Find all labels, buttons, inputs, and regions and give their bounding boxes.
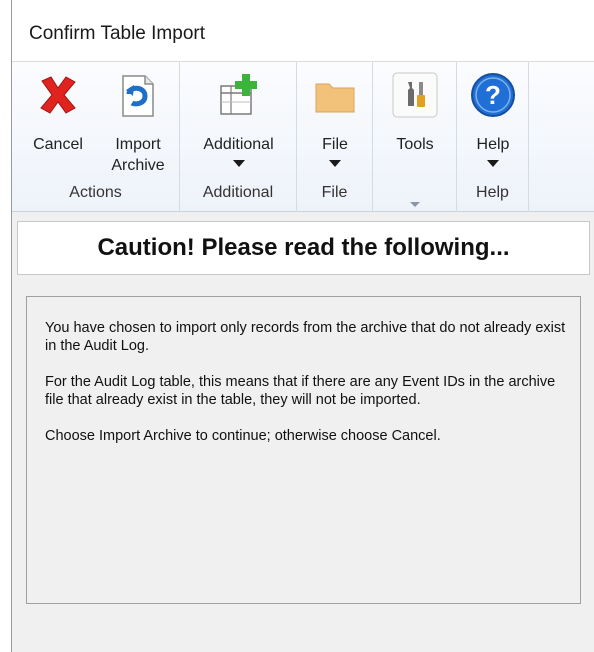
message-paragraph-3: Choose Import Archive to continue; other… xyxy=(45,428,441,444)
cancel-label: Cancel xyxy=(33,136,83,153)
ribbon-group-actions: Cancel Import Archive Actions xyxy=(12,62,180,212)
window-title: Confirm Table Import xyxy=(29,23,205,44)
help-label: Help xyxy=(476,136,510,153)
file-dropdown-arrow xyxy=(329,160,341,167)
message-paragraph-2: For the Audit Log table, this means that… xyxy=(45,374,556,408)
tools-label: Tools xyxy=(396,136,434,153)
caution-banner: Caution! Please read the following... xyxy=(17,221,590,275)
group-label-help: Help xyxy=(476,184,509,201)
expand-arrow-icon xyxy=(409,202,420,207)
file-label: File xyxy=(322,136,348,153)
svg-text:?: ? xyxy=(485,80,501,110)
cancel-x-icon xyxy=(40,76,76,114)
title-bar: Confirm Table Import xyxy=(12,0,594,62)
help-question-icon: ? xyxy=(471,73,515,117)
group-label-file: File xyxy=(321,184,348,201)
message-panel: You have chosen to import only records f… xyxy=(26,296,581,604)
import-archive-icon xyxy=(122,75,154,117)
additional-dropdown-arrow xyxy=(232,160,245,167)
help-dropdown-arrow xyxy=(487,160,499,167)
import-label-line1: Import xyxy=(115,136,161,153)
message-paragraph-1: You have chosen to import only records f… xyxy=(45,320,566,354)
confirm-table-import-window: Confirm Table Import Cancel Import Archi… xyxy=(11,0,594,652)
caution-heading: Caution! Please read the following... xyxy=(97,234,510,261)
add-table-icon xyxy=(219,74,257,115)
group-label-actions: Actions xyxy=(69,184,122,201)
ribbon-group-file: File File xyxy=(297,62,373,212)
ribbon-group-tools: Tools xyxy=(373,62,457,212)
ribbon-group-additional: Additional Additional xyxy=(180,62,297,212)
ribbon: Cancel Import Archive Actions Additional… xyxy=(12,62,594,212)
tools-icon xyxy=(392,72,438,118)
tools-group-expander[interactable] xyxy=(373,194,456,212)
ribbon-group-help: ? Help Help xyxy=(457,62,529,212)
group-label-additional: Additional xyxy=(202,184,274,201)
additional-label: Additional xyxy=(203,136,274,153)
import-archive-label: Import Archive xyxy=(102,134,174,176)
folder-icon xyxy=(315,83,355,113)
import-label-line2: Archive xyxy=(111,157,165,174)
